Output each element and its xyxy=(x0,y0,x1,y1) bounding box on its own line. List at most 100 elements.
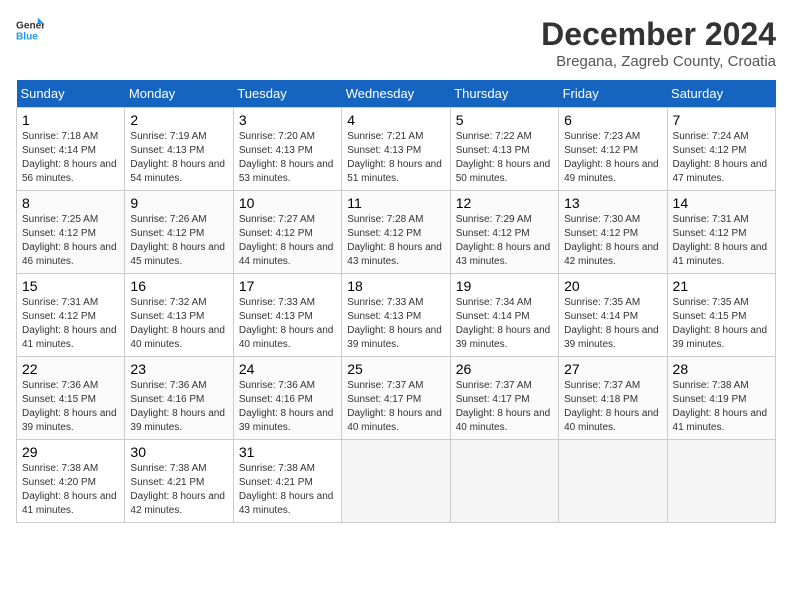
day-number: 23 xyxy=(130,361,227,377)
calendar-cell xyxy=(342,440,450,523)
calendar-cell xyxy=(667,440,775,523)
day-info: Sunrise: 7:24 AMSunset: 4:12 PMDaylight:… xyxy=(673,130,770,186)
day-number: 5 xyxy=(456,112,553,128)
day-info: Sunrise: 7:34 AMSunset: 4:14 PMDaylight:… xyxy=(456,296,553,352)
day-number: 31 xyxy=(239,444,336,460)
day-info: Sunrise: 7:18 AMSunset: 4:14 PMDaylight:… xyxy=(22,130,119,186)
day-info: Sunrise: 7:36 AMSunset: 4:16 PMDaylight:… xyxy=(130,379,227,435)
day-info: Sunrise: 7:33 AMSunset: 4:13 PMDaylight:… xyxy=(347,296,444,352)
day-info: Sunrise: 7:29 AMSunset: 4:12 PMDaylight:… xyxy=(456,213,553,269)
day-number: 24 xyxy=(239,361,336,377)
weekday-header-sunday: Sunday xyxy=(17,80,125,108)
day-info: Sunrise: 7:37 AMSunset: 4:17 PMDaylight:… xyxy=(456,379,553,435)
day-number: 26 xyxy=(456,361,553,377)
week-row-3: 15 Sunrise: 7:31 AMSunset: 4:12 PMDayligh… xyxy=(17,274,776,357)
day-number: 15 xyxy=(22,278,119,294)
calendar-cell: 1 Sunrise: 7:18 AMSunset: 4:14 PMDaylight… xyxy=(17,108,125,191)
calendar-cell: 7 Sunrise: 7:24 AMSunset: 4:12 PMDaylight… xyxy=(667,108,775,191)
day-info: Sunrise: 7:37 AMSunset: 4:18 PMDaylight:… xyxy=(564,379,661,435)
calendar-cell: 8 Sunrise: 7:25 AMSunset: 4:12 PMDaylight… xyxy=(17,191,125,274)
day-number: 8 xyxy=(22,195,119,211)
day-info: Sunrise: 7:37 AMSunset: 4:17 PMDaylight:… xyxy=(347,379,444,435)
week-row-1: 1 Sunrise: 7:18 AMSunset: 4:14 PMDaylight… xyxy=(17,108,776,191)
day-number: 20 xyxy=(564,278,661,294)
day-info: Sunrise: 7:32 AMSunset: 4:13 PMDaylight:… xyxy=(130,296,227,352)
calendar-cell: 13 Sunrise: 7:30 AMSunset: 4:12 PMDayligh… xyxy=(559,191,667,274)
calendar-cell: 9 Sunrise: 7:26 AMSunset: 4:12 PMDaylight… xyxy=(125,191,233,274)
week-row-4: 22Sunrise: 7:36 AMSunset: 4:15 PMDayligh… xyxy=(17,357,776,440)
day-number: 22 xyxy=(22,361,119,377)
day-info: Sunrise: 7:36 AMSunset: 4:16 PMDaylight:… xyxy=(239,379,336,435)
calendar-cell: 14 Sunrise: 7:31 AMSunset: 4:12 PMDayligh… xyxy=(667,191,775,274)
week-row-2: 8 Sunrise: 7:25 AMSunset: 4:12 PMDaylight… xyxy=(17,191,776,274)
calendar-cell: 10 Sunrise: 7:27 AMSunset: 4:12 PMDayligh… xyxy=(233,191,341,274)
day-info: Sunrise: 7:25 AMSunset: 4:12 PMDaylight:… xyxy=(22,213,119,269)
calendar-cell xyxy=(559,440,667,523)
calendar-cell: 25Sunrise: 7:37 AMSunset: 4:17 PMDayligh… xyxy=(342,357,450,440)
header-area: General Blue December 2024 Bregana, Zagr… xyxy=(16,16,776,70)
day-number: 2 xyxy=(130,112,227,128)
calendar-table: SundayMondayTuesdayWednesdayThursdayFrid… xyxy=(16,80,776,523)
day-number: 29 xyxy=(22,444,119,460)
logo-icon: General Blue xyxy=(16,16,44,44)
day-number: 30 xyxy=(130,444,227,460)
day-info: Sunrise: 7:28 AMSunset: 4:12 PMDaylight:… xyxy=(347,213,444,269)
calendar-cell: 18 Sunrise: 7:33 AMSunset: 4:13 PMDayligh… xyxy=(342,274,450,357)
day-info: Sunrise: 7:30 AMSunset: 4:12 PMDaylight:… xyxy=(564,213,661,269)
day-info: Sunrise: 7:23 AMSunset: 4:12 PMDaylight:… xyxy=(564,130,661,186)
calendar-cell: 22Sunrise: 7:36 AMSunset: 4:15 PMDayligh… xyxy=(17,357,125,440)
week-row-5: 29 Sunrise: 7:38 AMSunset: 4:20 PMDayligh… xyxy=(17,440,776,523)
calendar-cell: 29 Sunrise: 7:38 AMSunset: 4:20 PMDayligh… xyxy=(17,440,125,523)
day-info: Sunrise: 7:31 AMSunset: 4:12 PMDaylight:… xyxy=(22,296,119,352)
day-number: 14 xyxy=(673,195,770,211)
calendar-cell: 6 Sunrise: 7:23 AMSunset: 4:12 PMDaylight… xyxy=(559,108,667,191)
weekday-header-thursday: Thursday xyxy=(450,80,558,108)
location-title: Bregana, Zagreb County, Croatia xyxy=(541,53,776,70)
day-info: Sunrise: 7:26 AMSunset: 4:12 PMDaylight:… xyxy=(130,213,227,269)
day-number: 4 xyxy=(347,112,444,128)
weekday-header-tuesday: Tuesday xyxy=(233,80,341,108)
day-info: Sunrise: 7:38 AMSunset: 4:21 PMDaylight:… xyxy=(239,462,336,518)
month-title: December 2024 xyxy=(541,16,776,53)
day-number: 27 xyxy=(564,361,661,377)
day-number: 18 xyxy=(347,278,444,294)
calendar-cell: 30 Sunrise: 7:38 AMSunset: 4:21 PMDayligh… xyxy=(125,440,233,523)
day-info: Sunrise: 7:20 AMSunset: 4:13 PMDaylight:… xyxy=(239,130,336,186)
weekday-header-friday: Friday xyxy=(559,80,667,108)
day-info: Sunrise: 7:35 AMSunset: 4:15 PMDaylight:… xyxy=(673,296,770,352)
calendar-cell: 27 Sunrise: 7:37 AMSunset: 4:18 PMDayligh… xyxy=(559,357,667,440)
calendar-cell: 23 Sunrise: 7:36 AMSunset: 4:16 PMDayligh… xyxy=(125,357,233,440)
day-info: Sunrise: 7:21 AMSunset: 4:13 PMDaylight:… xyxy=(347,130,444,186)
day-info: Sunrise: 7:33 AMSunset: 4:13 PMDaylight:… xyxy=(239,296,336,352)
calendar-cell: 12 Sunrise: 7:29 AMSunset: 4:12 PMDayligh… xyxy=(450,191,558,274)
day-number: 9 xyxy=(130,195,227,211)
day-number: 28 xyxy=(673,361,770,377)
calendar-cell: 17Sunrise: 7:33 AMSunset: 4:13 PMDayligh… xyxy=(233,274,341,357)
day-info: Sunrise: 7:27 AMSunset: 4:12 PMDaylight:… xyxy=(239,213,336,269)
logo: General Blue xyxy=(16,16,44,44)
weekday-header-row: SundayMondayTuesdayWednesdayThursdayFrid… xyxy=(17,80,776,108)
day-number: 6 xyxy=(564,112,661,128)
day-number: 11 xyxy=(347,195,444,211)
calendar-cell: 3Sunrise: 7:20 AMSunset: 4:13 PMDaylight… xyxy=(233,108,341,191)
calendar-cell: 2Sunrise: 7:19 AMSunset: 4:13 PMDaylight… xyxy=(125,108,233,191)
day-number: 19 xyxy=(456,278,553,294)
calendar-cell: 5Sunrise: 7:22 AMSunset: 4:13 PMDaylight… xyxy=(450,108,558,191)
day-info: Sunrise: 7:38 AMSunset: 4:21 PMDaylight:… xyxy=(130,462,227,518)
calendar-cell: 21Sunrise: 7:35 AMSunset: 4:15 PMDayligh… xyxy=(667,274,775,357)
calendar-cell: 15 Sunrise: 7:31 AMSunset: 4:12 PMDayligh… xyxy=(17,274,125,357)
day-number: 1 xyxy=(22,112,119,128)
day-number: 10 xyxy=(239,195,336,211)
calendar-cell: 24 Sunrise: 7:36 AMSunset: 4:16 PMDayligh… xyxy=(233,357,341,440)
calendar-cell: 4 Sunrise: 7:21 AMSunset: 4:13 PMDaylight… xyxy=(342,108,450,191)
svg-text:Blue: Blue xyxy=(16,31,38,42)
day-info: Sunrise: 7:35 AMSunset: 4:14 PMDaylight:… xyxy=(564,296,661,352)
day-info: Sunrise: 7:31 AMSunset: 4:12 PMDaylight:… xyxy=(673,213,770,269)
calendar-cell: 26 Sunrise: 7:37 AMSunset: 4:17 PMDayligh… xyxy=(450,357,558,440)
day-number: 7 xyxy=(673,112,770,128)
calendar-cell: 16Sunrise: 7:32 AMSunset: 4:13 PMDayligh… xyxy=(125,274,233,357)
day-info: Sunrise: 7:38 AMSunset: 4:20 PMDaylight:… xyxy=(22,462,119,518)
day-number: 13 xyxy=(564,195,661,211)
day-number: 12 xyxy=(456,195,553,211)
calendar-cell: 11 Sunrise: 7:28 AMSunset: 4:12 PMDayligh… xyxy=(342,191,450,274)
